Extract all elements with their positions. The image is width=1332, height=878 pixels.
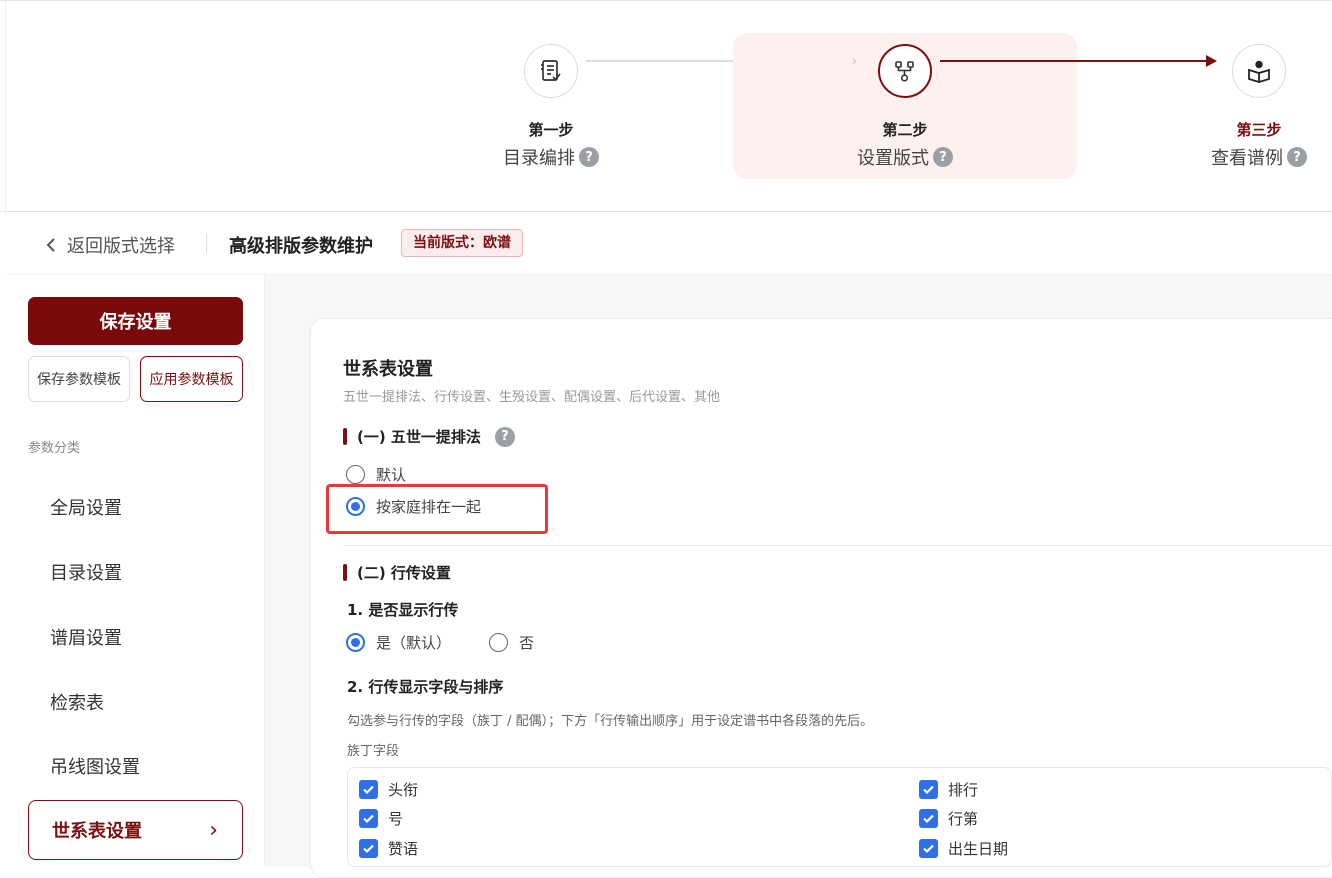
step-2-label: 设置版式 bbox=[857, 148, 929, 169]
sidebar-item-index[interactable]: 检索表 bbox=[50, 689, 104, 715]
help-icon[interactable]: ? bbox=[579, 147, 599, 167]
question-1-title: 1. 是否显示行传 bbox=[347, 601, 459, 619]
step-1-label-row[interactable]: 目录编排 ? bbox=[466, 144, 636, 170]
sidebar-item-catalog[interactable]: 目录设置 bbox=[50, 559, 122, 585]
checkbox-rank[interactable]: 排行 bbox=[919, 779, 978, 800]
field-checkbox-panel bbox=[347, 767, 1332, 867]
radio-circle-selected[interactable] bbox=[346, 633, 365, 652]
page-title: 高级排版参数维护 bbox=[229, 236, 373, 257]
step-bar bbox=[0, 0, 1332, 213]
checkbox-label: 头衔 bbox=[388, 781, 419, 799]
checkbox-eulogy[interactable]: 赞语 bbox=[359, 838, 418, 859]
checkbox-checked-icon[interactable] bbox=[359, 839, 378, 858]
step-1-number: 第一步 bbox=[528, 121, 574, 139]
connector-chevron-icon: › bbox=[851, 51, 858, 70]
back-link[interactable]: 返回版式选择 bbox=[45, 232, 175, 258]
step-2-label-row[interactable]: 设置版式 ? bbox=[820, 144, 990, 170]
checkbox-label: 出生日期 bbox=[948, 840, 1009, 858]
checkbox-checked-icon[interactable] bbox=[919, 780, 938, 799]
section-marker bbox=[343, 428, 347, 445]
radio-label: 否 bbox=[519, 634, 535, 652]
step-3-number: 第三步 bbox=[1236, 121, 1282, 139]
checklist-icon bbox=[541, 60, 561, 81]
step-connector-1 bbox=[586, 60, 733, 62]
section-1-title: (一) 五世一提排法 bbox=[357, 428, 481, 446]
step-1-label: 目录编排 bbox=[503, 148, 575, 169]
radio-circle[interactable] bbox=[489, 633, 508, 652]
section-2-heading: (二) 行传设置 bbox=[343, 562, 451, 583]
section-1-heading: (一) 五世一提排法 ? bbox=[343, 426, 515, 447]
field-group-label: 族丁字段 bbox=[347, 744, 400, 759]
left-strip bbox=[0, 1, 6, 213]
back-link-label: 返回版式选择 bbox=[67, 236, 175, 257]
card-title: 世系表设置 bbox=[343, 359, 433, 380]
checkbox-label: 赞语 bbox=[388, 840, 419, 858]
category-title: 参数分类 bbox=[28, 441, 81, 456]
sidebar-item-lineage-table[interactable]: 世系表设置 › bbox=[28, 800, 243, 860]
checkbox-checked-icon[interactable] bbox=[359, 809, 378, 828]
help-icon[interactable]: ? bbox=[1287, 147, 1307, 167]
title-bar bbox=[6, 212, 1332, 275]
step-2-number: 第二步 bbox=[882, 121, 928, 139]
checkbox-checked-icon[interactable] bbox=[919, 839, 938, 858]
sidebar-item-header[interactable]: 谱眉设置 bbox=[50, 624, 122, 650]
apply-template-button[interactable]: 应用参数模板 bbox=[140, 356, 243, 402]
step-1-circle[interactable] bbox=[524, 44, 578, 98]
question-2-title: 2. 行传显示字段与排序 bbox=[347, 678, 504, 696]
arrow-head-icon bbox=[1206, 55, 1217, 67]
question-2-description: 勾选参与行传的字段（族丁 / 配偶）；下方「行传输出顺序」用于设定谱书中各段落的… bbox=[347, 714, 874, 729]
step-3-label-row[interactable]: 查看谱例 ? bbox=[1174, 144, 1332, 170]
help-icon[interactable]: ? bbox=[933, 147, 953, 167]
sidebar-item-global[interactable]: 全局设置 bbox=[50, 494, 122, 520]
step-connector-2 bbox=[940, 60, 1210, 62]
checkbox-label: 排行 bbox=[948, 781, 979, 799]
flow-branch-icon bbox=[895, 61, 914, 82]
sidebar-item-tree-diagram[interactable]: 吊线图设置 bbox=[50, 753, 140, 779]
section-divider bbox=[343, 545, 1332, 546]
section-marker bbox=[343, 564, 347, 581]
radio-show-yes[interactable]: 是（默认） bbox=[346, 632, 451, 653]
reader-book-icon bbox=[1248, 60, 1270, 83]
section-2-title: (二) 行传设置 bbox=[357, 564, 451, 582]
step-3-circle[interactable] bbox=[1232, 44, 1286, 98]
sidebar-item-label: 世系表设置 bbox=[52, 821, 142, 842]
checkbox-label: 号 bbox=[388, 810, 404, 828]
save-template-button[interactable]: 保存参数模板 bbox=[28, 356, 130, 402]
highlight-box bbox=[326, 484, 548, 534]
checkbox-birth-date[interactable]: 出生日期 bbox=[919, 838, 1008, 859]
checkbox-order[interactable]: 行第 bbox=[919, 808, 978, 829]
radio-label: 默认 bbox=[376, 466, 407, 484]
save-settings-button[interactable]: 保存设置 bbox=[28, 297, 243, 345]
card-subtitle: 五世一提排法、行传设置、生殁设置、配偶设置、后代设置、其他 bbox=[343, 390, 721, 405]
checkbox-checked-icon[interactable] bbox=[359, 780, 378, 799]
checkbox-label: 行第 bbox=[948, 810, 979, 828]
checkbox-checked-icon[interactable] bbox=[919, 809, 938, 828]
radio-circle[interactable] bbox=[346, 465, 365, 484]
current-layout-badge: 当前版式：欧谱 bbox=[401, 229, 523, 257]
radio-show-no[interactable]: 否 bbox=[489, 632, 534, 653]
chevron-left-icon bbox=[46, 238, 55, 252]
checkbox-alias[interactable]: 号 bbox=[359, 808, 403, 829]
help-icon[interactable]: ? bbox=[494, 426, 515, 447]
step-3-label: 查看谱例 bbox=[1211, 148, 1283, 169]
checkbox-title[interactable]: 头衔 bbox=[359, 779, 418, 800]
radio-label: 是（默认） bbox=[376, 634, 452, 652]
step-2-circle[interactable] bbox=[878, 44, 932, 98]
divider bbox=[206, 233, 207, 253]
chevron-right-icon: › bbox=[209, 817, 218, 843]
radio-default[interactable]: 默认 bbox=[346, 464, 406, 485]
